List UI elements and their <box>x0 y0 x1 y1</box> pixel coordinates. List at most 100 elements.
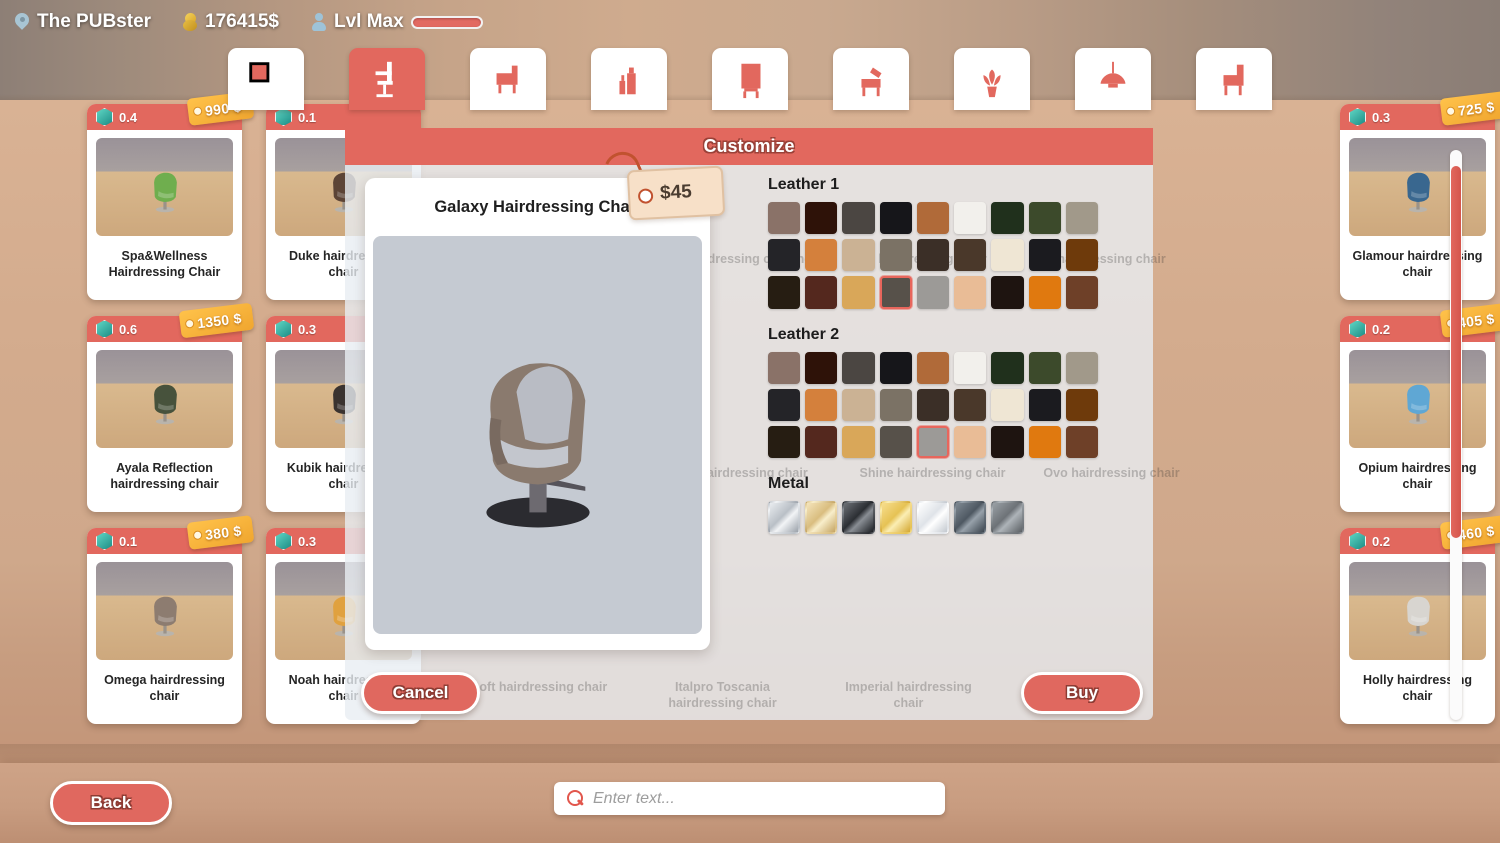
color-swatch[interactable] <box>954 501 987 534</box>
color-swatch[interactable] <box>1065 388 1099 422</box>
obscured-item-name: Imperial hairdressing chair <box>845 680 972 710</box>
tab-lamp[interactable] <box>1075 48 1151 110</box>
item-price-tag: 1350 $ <box>179 302 255 339</box>
color-swatch[interactable] <box>842 276 875 309</box>
color-swatch[interactable] <box>805 501 838 534</box>
color-swatch[interactable] <box>768 388 801 422</box>
color-swatch[interactable] <box>916 388 950 422</box>
color-swatch[interactable] <box>916 239 950 272</box>
color-swatch[interactable] <box>842 388 875 422</box>
color-swatch[interactable] <box>879 388 912 422</box>
gem-icon <box>1349 532 1366 550</box>
catalog-item-card[interactable]: 0.2 405 $ Opium hairdressing chair <box>1340 303 1500 512</box>
category-tab-bar <box>0 48 1500 110</box>
tab-mirror[interactable] <box>712 48 788 110</box>
color-swatch[interactable] <box>991 276 1024 309</box>
color-swatch[interactable] <box>954 202 987 235</box>
color-swatch[interactable] <box>879 351 912 384</box>
color-swatch[interactable] <box>879 239 912 272</box>
gem-icon <box>275 108 292 126</box>
armchair-icon <box>496 65 518 94</box>
color-swatch[interactable] <box>842 351 875 384</box>
color-swatch[interactable] <box>1028 202 1061 235</box>
back-button[interactable]: Back <box>50 781 172 825</box>
color-swatch[interactable] <box>991 388 1024 422</box>
hairdressing-chair-icon <box>375 61 393 98</box>
tab-sofa[interactable] <box>1196 48 1272 110</box>
tab-flooring[interactable] <box>228 48 304 110</box>
color-swatch[interactable] <box>916 202 950 235</box>
color-swatch[interactable] <box>805 351 838 384</box>
color-swatch[interactable] <box>916 351 950 384</box>
buy-button[interactable]: Buy <box>1021 672 1143 714</box>
color-swatch[interactable] <box>879 426 912 459</box>
color-swatch[interactable] <box>916 426 950 459</box>
color-swatch[interactable] <box>879 276 912 309</box>
color-swatch[interactable] <box>1065 351 1099 384</box>
tab-plant[interactable] <box>954 48 1030 110</box>
color-swatch[interactable] <box>805 426 838 459</box>
game-screen: The PUBster 176415$ Lvl Max 0.4 990 $ Spa&… <box>0 0 1500 843</box>
color-swatch[interactable] <box>991 202 1024 235</box>
color-swatch[interactable] <box>805 388 838 422</box>
color-swatch[interactable] <box>768 351 801 384</box>
color-swatch[interactable] <box>954 426 987 459</box>
ceiling-lamp-icon <box>1100 61 1126 88</box>
color-swatch[interactable] <box>842 426 875 459</box>
user-icon <box>311 12 327 32</box>
swatch-grid-leather <box>768 202 1099 309</box>
color-swatch[interactable] <box>954 239 987 272</box>
color-swatch[interactable] <box>768 426 801 459</box>
search-box[interactable] <box>554 782 945 815</box>
catalog-item-card[interactable]: 0.6 1350 $ Ayala Reflection hairdressing c… <box>87 302 255 512</box>
color-swatch[interactable] <box>879 202 912 235</box>
color-swatch[interactable] <box>991 351 1024 384</box>
color-swatch[interactable] <box>842 501 875 534</box>
color-swatch[interactable] <box>1028 426 1061 459</box>
color-swatch[interactable] <box>954 351 987 384</box>
scrollbar-thumb[interactable] <box>1451 166 1461 538</box>
color-swatch[interactable] <box>1028 276 1061 309</box>
color-swatch[interactable] <box>768 501 801 534</box>
color-swatch[interactable] <box>916 276 950 309</box>
search-input[interactable] <box>593 789 923 808</box>
item-name: Glamour hairdressing chair <box>1352 249 1483 279</box>
catalog-item-card[interactable]: 0.2 460 $ Holly hairdressing chair <box>1340 515 1500 724</box>
color-swatch[interactable] <box>1028 351 1061 384</box>
color-swatch[interactable] <box>991 501 1024 534</box>
color-swatch[interactable] <box>1028 388 1061 422</box>
color-swatch[interactable] <box>1028 239 1061 272</box>
cancel-button[interactable]: Cancel <box>361 672 480 714</box>
mirror-icon <box>741 63 761 99</box>
catalog-scrollbar[interactable] <box>1450 150 1462 720</box>
catalog-item-card[interactable]: 0.4 990 $ Spa&Wellness Hairdressing Chair <box>87 91 255 300</box>
color-swatch[interactable] <box>1065 239 1099 272</box>
item-rating: 0.1 <box>298 109 317 125</box>
tab-armchair[interactable] <box>470 48 546 110</box>
catalog-item-card[interactable]: 0.1 380 $ Omega hairdressing chair <box>87 515 255 724</box>
color-swatch[interactable] <box>768 202 801 235</box>
color-swatch[interactable] <box>991 426 1024 459</box>
color-swatch[interactable] <box>805 276 838 309</box>
color-swatch[interactable] <box>768 276 801 309</box>
color-swatch[interactable] <box>954 276 987 309</box>
color-swatch[interactable] <box>1065 202 1099 235</box>
color-swatch[interactable] <box>805 202 838 235</box>
color-swatch[interactable] <box>842 202 875 235</box>
color-swatch[interactable] <box>954 388 987 422</box>
item-rating: 0.3 <box>298 533 317 549</box>
tab-cosmetics[interactable] <box>591 48 667 110</box>
tab-hairchair[interactable] <box>349 48 425 110</box>
catalog-item-card[interactable]: 0.3 725 $ Glamour hairdressing chair <box>1340 91 1500 300</box>
color-swatch[interactable] <box>1065 426 1099 459</box>
color-swatch[interactable] <box>805 239 838 272</box>
color-swatch[interactable] <box>879 501 912 534</box>
color-swatch[interactable] <box>1065 276 1099 309</box>
color-swatch[interactable] <box>916 501 950 534</box>
gem-icon <box>96 108 113 126</box>
color-swatch[interactable] <box>768 239 801 272</box>
tab-barber[interactable] <box>833 48 909 110</box>
item-rating: 0.3 <box>298 321 317 337</box>
color-swatch[interactable] <box>991 239 1024 272</box>
color-swatch[interactable] <box>842 239 875 272</box>
